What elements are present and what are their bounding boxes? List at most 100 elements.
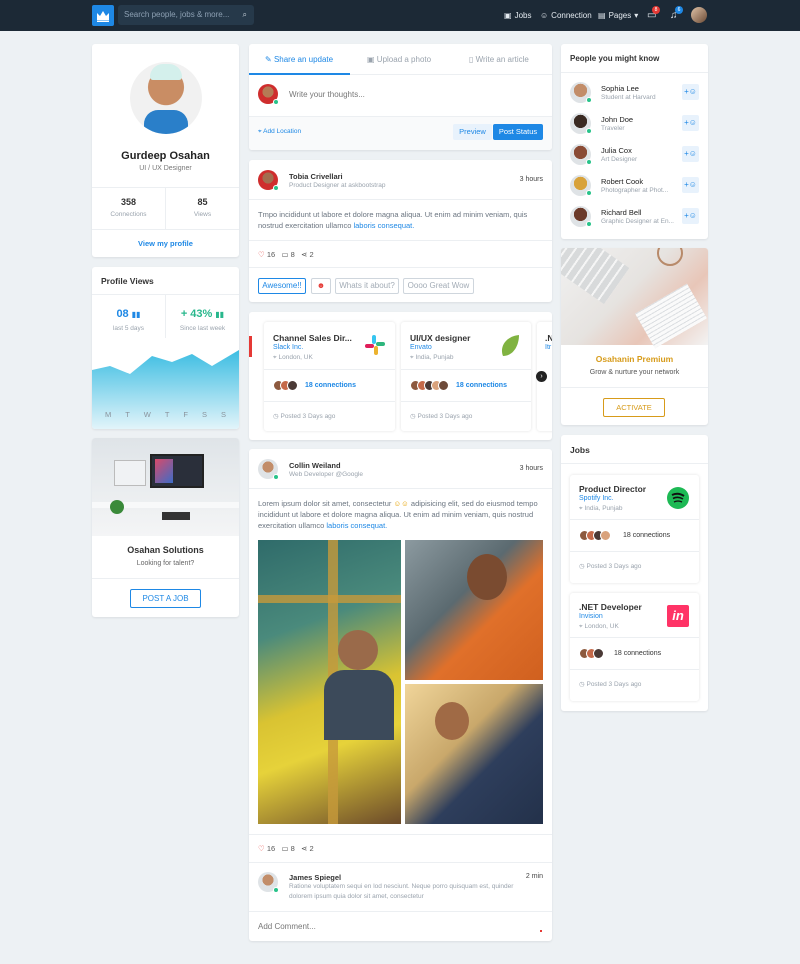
job-location-label: London, UK — [278, 354, 313, 361]
add-friend-button[interactable]: +☺ — [682, 177, 699, 193]
post-author-name[interactable]: Collin Weiland — [289, 461, 341, 470]
job-connections[interactable]: 18 connections — [614, 650, 661, 657]
reaction-emoji-icon[interactable]: ☻ — [311, 278, 331, 294]
map-pin-icon: ⌖ — [579, 623, 583, 630]
view-profile-link[interactable]: View my profile — [92, 239, 239, 248]
image-icon: ▣ — [367, 55, 375, 64]
post-job-button[interactable]: POST A JOB — [130, 589, 201, 608]
post-author-sub: Web Developer @Google — [289, 471, 364, 478]
tab-share-update[interactable]: ✎ Share an update — [265, 55, 333, 64]
day-label: S — [220, 410, 226, 419]
profile-avatar[interactable] — [130, 62, 202, 134]
comment-icon[interactable]: ▭ — [281, 250, 288, 259]
shares-count: 2 — [309, 250, 314, 259]
add-location-label: Add Location — [263, 128, 302, 135]
add-comment-input[interactable]: Add Comment... — [258, 922, 316, 931]
person-sub: Graphic Designer at En... — [601, 218, 674, 225]
carousel-next-arrow-icon[interactable]: › — [536, 371, 547, 382]
job-location: ⌖ India, Punjab — [579, 505, 622, 513]
person-name[interactable]: Richard Bell — [601, 208, 641, 217]
job-connections[interactable]: 18 connections — [623, 532, 670, 539]
tab-upload-photo[interactable]: ▣ Upload a photo — [367, 55, 431, 64]
prev-card-edge — [249, 336, 252, 357]
person-name[interactable]: John Doe — [601, 115, 633, 124]
share-icon[interactable]: ⋖ — [301, 250, 307, 259]
job-card-2[interactable]: UI/UX designer Envato ⌖ India, Punjab 18… — [401, 322, 531, 431]
jobs-carousel: Channel Sales Dir... Slack Inc. ⌖ London… — [249, 312, 552, 440]
online-dot — [586, 128, 592, 134]
job-company: Slack Inc. — [273, 344, 304, 351]
job-connections[interactable]: 18 connections — [305, 382, 356, 389]
send-dot — [540, 930, 542, 932]
add-friend-button[interactable]: +☺ — [682, 115, 699, 131]
company-name: Osahan Solutions — [127, 545, 204, 555]
views-stat-2-value: + 43% — [180, 308, 213, 320]
map-pin-icon: ⌖ — [579, 505, 583, 512]
messages-badge: 8 — [652, 6, 660, 14]
heart-icon[interactable]: ♡ — [258, 250, 265, 259]
profile-views-title: Profile Views — [101, 276, 154, 286]
nav-jobs[interactable]: ▣ Jobs — [504, 0, 531, 31]
job-card-1[interactable]: Channel Sales Dir... Slack Inc. ⌖ London… — [264, 322, 395, 431]
post-text-line2: incididunt ut labore et dolore magna ali… — [258, 510, 534, 519]
person-name[interactable]: Sophia Lee — [601, 84, 639, 93]
people-title: People you might know — [570, 54, 660, 63]
search-icon[interactable]: ⌕ — [243, 5, 247, 25]
add-friend-button[interactable]: +☺ — [682, 146, 699, 162]
job-card[interactable]: .NET Developer Invision ⌖ London, UK in … — [570, 593, 699, 701]
reaction-great-wow[interactable]: Oooo Great Wow — [403, 278, 474, 294]
post-link[interactable]: laboris consequat. — [353, 221, 414, 230]
comment-icon[interactable]: ▭ — [281, 844, 288, 853]
preview-button[interactable]: Preview — [453, 124, 492, 140]
post-text-1a: Lorem ipsum dolor sit amet, consectetur — [258, 499, 394, 508]
post-card-1: Tobia Crivellari Product Designer at ask… — [249, 160, 552, 302]
person-name[interactable]: Julia Cox — [601, 146, 632, 155]
profile-card: Gurdeep Osahan UI / UX Designer 358 Conn… — [92, 44, 239, 257]
person-sub: Photographer at Phot... — [601, 187, 669, 194]
search-input[interactable]: Search people, jobs & more... ⌕ — [118, 5, 254, 25]
job-company: Spotify Inc. — [579, 495, 614, 502]
day-label: W — [143, 410, 151, 419]
day-label: T — [164, 410, 170, 419]
activate-button[interactable]: ACTIVATE — [603, 398, 665, 417]
job-posted-label: Posted 3 Days ago — [417, 413, 473, 420]
post-link[interactable]: laboris consequat. — [326, 521, 387, 530]
user-avatar[interactable] — [691, 7, 707, 23]
job-location: ⌖ London, UK — [273, 354, 313, 362]
composer-card: ✎ Share an update ▣ Upload a photo ▯ Wri… — [249, 44, 552, 150]
jobs-title: Jobs — [570, 445, 590, 455]
person-name[interactable]: Robert Cook — [601, 177, 643, 186]
reaction-whats-it[interactable]: Whats it about? — [335, 278, 399, 294]
share-icon[interactable]: ⋖ — [301, 844, 307, 853]
heart-icon[interactable]: ♡ — [258, 844, 265, 853]
add-friend-button[interactable]: +☺ — [682, 208, 699, 224]
map-pin-icon: ⌖ — [258, 128, 262, 135]
post-author-name[interactable]: Tobia Crivellari — [289, 172, 343, 181]
job-company: Envato — [410, 344, 432, 351]
thoughts-input[interactable]: Write your thoughts... — [289, 90, 365, 99]
post-photo-1[interactable] — [258, 540, 401, 824]
premium-title: Osahanin Premium — [595, 354, 674, 364]
tab-write-article[interactable]: ▯ Write an article — [469, 55, 529, 64]
add-friend-button[interactable]: +☺ — [682, 84, 699, 100]
job-location-label: London, UK — [584, 623, 619, 630]
bell-icon[interactable]: ♫ — [670, 0, 678, 31]
job-connections[interactable]: 18 connections — [456, 382, 507, 389]
nav-connection[interactable]: ☺ Connection — [540, 0, 592, 31]
post-time: 3 hours — [519, 176, 543, 183]
logo-crown-icon[interactable] — [92, 5, 114, 26]
add-location-link[interactable]: ⌖ Add Location — [258, 128, 301, 136]
post-status-button[interactable]: Post Status — [493, 124, 543, 140]
job-title: Channel Sales Dir... — [273, 333, 352, 343]
reaction-awesome[interactable]: Awesome!! — [258, 278, 306, 294]
connections-count: 358 — [120, 197, 137, 207]
nav-pages[interactable]: ▤ Pages ▾ — [598, 0, 638, 31]
day-label: F — [183, 410, 188, 419]
comments-count: 8 — [290, 844, 295, 853]
post-photo-2[interactable] — [405, 540, 543, 680]
commenter-name[interactable]: James Spiegel — [289, 873, 341, 882]
post-photo-3[interactable] — [405, 684, 543, 824]
likes-count: 16 — [266, 844, 276, 853]
messages-icon[interactable]: ▭ — [647, 0, 656, 31]
job-card[interactable]: Product Director Spotify Inc. ⌖ India, P… — [570, 475, 699, 583]
